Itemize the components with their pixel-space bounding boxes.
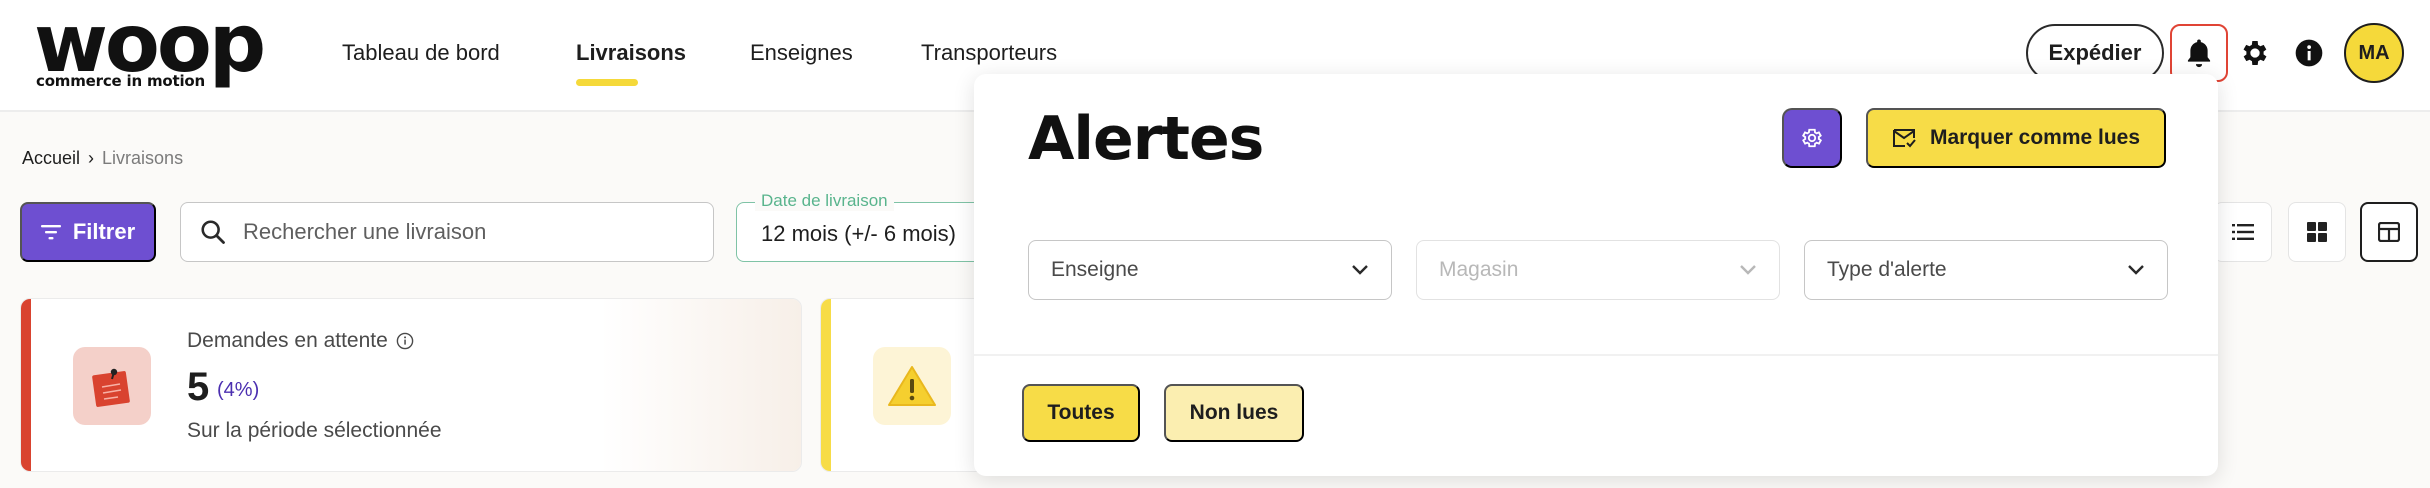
search-input[interactable] xyxy=(243,219,683,245)
table-view-icon xyxy=(2378,222,2400,242)
mark-as-read-button[interactable]: Marquer comme lues xyxy=(1866,108,2166,168)
list-view-icon xyxy=(2232,224,2254,240)
filter-icon xyxy=(40,225,61,240)
delivery-date-select[interactable]: Date de livraison 12 mois (+/- 6 mois) xyxy=(736,191,996,262)
mark-as-read-label: Marquer comme lues xyxy=(1929,126,2141,149)
nav-item-livraisons[interactable]: Livraisons xyxy=(576,40,686,66)
card-percentage: (4%) xyxy=(217,379,260,401)
tab-unread-alerts[interactable]: Non lues xyxy=(1164,384,1304,442)
card-icon-container xyxy=(73,347,151,425)
alert-type-select-placeholder: Type d'alerte xyxy=(1827,258,1947,281)
card-icon-container xyxy=(873,347,951,425)
info-outline-icon[interactable] xyxy=(396,332,414,350)
tab-all-alerts[interactable]: Toutes xyxy=(1022,384,1140,442)
settings-button[interactable] xyxy=(2236,34,2274,72)
filter-button[interactable]: Filtrer xyxy=(20,202,156,262)
chevron-down-icon xyxy=(1740,265,1756,275)
magasin-select-placeholder: Magasin xyxy=(1439,258,1519,281)
envelope-check-icon xyxy=(1892,129,1916,148)
nav-active-indicator xyxy=(576,79,638,86)
card-title: Demandes en attente xyxy=(187,329,414,353)
gear-icon xyxy=(1801,128,1823,148)
alerts-panel: Alertes Marquer comme lues Enseigne Maga… xyxy=(974,74,2218,476)
card-background-fade xyxy=(601,299,801,471)
grid-view-button[interactable] xyxy=(2288,202,2346,262)
pending-requests-card[interactable]: Demandes en attente 5 (4%) Sur la périod… xyxy=(20,298,802,472)
info-icon xyxy=(2295,39,2323,67)
card-title-text: Demandes en attente xyxy=(187,329,388,352)
chevron-down-icon xyxy=(2128,265,2144,275)
alert-type-select[interactable]: Type d'alerte xyxy=(1804,240,2168,300)
card-subtitle: Sur la période sélectionnée xyxy=(187,419,442,442)
table-view-button[interactable] xyxy=(2360,202,2418,262)
card-value: 5 xyxy=(187,365,210,409)
nav-item-tableau-de-bord[interactable]: Tableau de bord xyxy=(342,40,500,66)
magasin-select[interactable]: Magasin xyxy=(1416,240,1780,300)
search-icon xyxy=(201,220,225,244)
breadcrumb-home[interactable]: Accueil xyxy=(22,148,80,169)
breadcrumb: Accueil › Livraisons xyxy=(22,148,183,169)
chevron-right-icon: › xyxy=(88,148,95,168)
card-accent-stripe xyxy=(21,299,31,471)
woop-logo[interactable]: woop commerce in motion xyxy=(34,4,266,94)
bell-icon xyxy=(2187,39,2211,68)
alerts-divider xyxy=(974,354,2218,356)
info-button[interactable] xyxy=(2290,34,2328,72)
filter-button-label: Filtrer xyxy=(72,219,136,244)
delivery-date-label: Date de livraison xyxy=(755,191,894,211)
grid-view-icon xyxy=(2307,222,2327,242)
chevron-down-icon xyxy=(1352,265,1368,275)
alerts-settings-button[interactable] xyxy=(1782,108,1842,168)
nav-item-transporteurs[interactable]: Transporteurs xyxy=(921,40,1057,66)
search-field[interactable] xyxy=(180,202,714,262)
list-view-button[interactable] xyxy=(2214,202,2272,262)
nav-item-enseignes[interactable]: Enseignes xyxy=(750,40,853,66)
enseigne-select[interactable]: Enseigne xyxy=(1028,240,1392,300)
breadcrumb-current: Livraisons xyxy=(102,148,184,168)
delivery-date-value: 12 mois (+/- 6 mois) xyxy=(761,221,956,246)
user-avatar[interactable]: MA xyxy=(2344,23,2404,83)
enseigne-select-placeholder: Enseigne xyxy=(1051,258,1139,281)
sticky-note-icon xyxy=(92,368,130,407)
gear-icon xyxy=(2243,41,2267,65)
alerts-title: Alertes xyxy=(1028,104,1264,174)
warning-icon xyxy=(888,366,936,406)
logo-tagline: commerce in motion xyxy=(36,72,205,90)
card-accent-stripe xyxy=(821,299,831,471)
